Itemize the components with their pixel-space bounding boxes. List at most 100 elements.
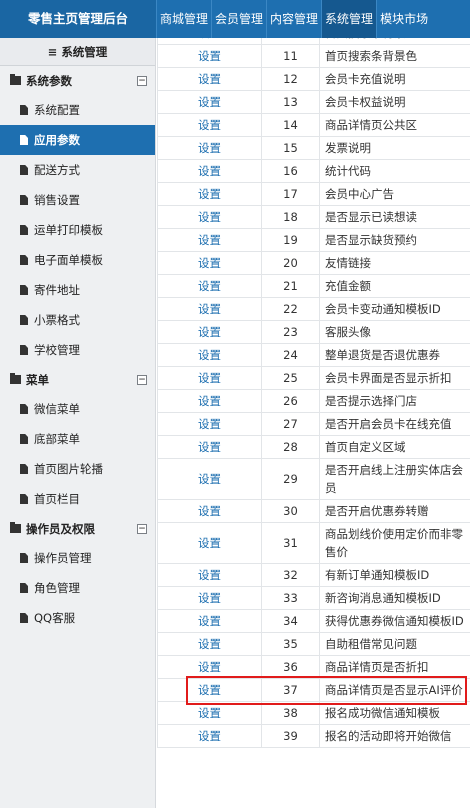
set-link[interactable]: 设置 [198,210,221,224]
collapse-toggle-icon[interactable]: − [137,523,147,534]
action-cell: 设置 [157,724,262,748]
set-link[interactable]: 设置 [198,568,221,582]
sidebar-item[interactable]: 首页图片轮播 [0,454,155,484]
document-icon [20,583,28,593]
nav-mall[interactable]: 商城管理 [156,0,211,38]
set-link[interactable]: 设置 [198,72,221,86]
set-link[interactable]: 设置 [198,706,221,720]
sidebar-item[interactable]: 底部菜单 [0,424,155,454]
nav-system[interactable]: 系统管理 [321,0,377,38]
param-name: 首页自定义区域 [319,435,470,459]
collapse-toggle-icon[interactable]: − [137,75,147,86]
sidebar-item[interactable]: 小票格式 [0,305,155,335]
param-name: 统计代码 [319,159,470,183]
set-link[interactable]: 设置 [198,729,221,743]
sidebar-item[interactable]: 电子面单模板 [0,245,155,275]
nav-members[interactable]: 会员管理 [211,0,266,38]
set-link[interactable]: 设置 [198,504,221,518]
sidebar-item[interactable]: QQ客服 [0,603,155,633]
document-icon [20,404,28,414]
action-cell: 设置 [157,67,262,91]
sidebar-group[interactable]: 菜单 − [0,365,155,394]
sidebar-group[interactable]: 操作员及权限 − [0,514,155,543]
nav-content[interactable]: 内容管理 [266,0,321,38]
action-cell: 设置 [157,632,262,656]
set-link[interactable]: 设置 [198,394,221,408]
set-link[interactable]: 设置 [198,348,221,362]
row-number: 20 [261,251,320,275]
table-row: 设置 23 客服头像 [157,320,470,344]
set-link[interactable]: 设置 [198,371,221,385]
set-link[interactable]: 设置 [198,233,221,247]
set-link[interactable]: 设置 [198,141,221,155]
sidebar-item-label: 销售设置 [34,193,80,207]
document-icon [20,464,28,474]
action-cell: 设置 [157,343,262,367]
table-row: 设置 37 商品详情页是否显示AI评价 [157,678,470,702]
set-link[interactable]: 设置 [198,256,221,270]
action-cell: 设置 [157,655,262,679]
settings-table-panel: 设置10首页搜索条背景色设置11首页搜索条背景色设置12会员卡充值说明设置13会… [157,38,470,808]
set-link[interactable]: 设置 [198,440,221,454]
sidebar-item[interactable]: 系统配置 [0,95,155,125]
param-name: 商品详情页公共区 [319,113,470,137]
sidebar-item-label: 操作员管理 [34,551,92,565]
document-icon [20,135,28,145]
collapse-toggle-icon[interactable]: − [137,374,147,385]
sidebar-item[interactable]: 操作员管理 [0,543,155,573]
param-name: 整单退货是否退优惠券 [319,343,470,367]
sidebar: ≡ 系统管理 系统参数 − 系统配置 应用参数 配送方式 销售设置 运单打印模板 电子面单模板… [0,38,156,808]
sidebar-item[interactable]: 首页栏目 [0,484,155,514]
set-link[interactable]: 设置 [198,472,221,486]
table-row: 设置 34 获得优惠券微信通知模板ID [157,609,470,633]
action-cell: 设置 [157,522,262,564]
table-row: 设置 11 首页搜索条背景色 [157,44,470,68]
sidebar-item-label: 寄件地址 [34,283,80,297]
sidebar-item[interactable]: 运单打印模板 [0,215,155,245]
set-link[interactable]: 设置 [198,637,221,651]
table-row: 设置 21 充值金额 [157,274,470,298]
set-link[interactable]: 设置 [198,95,221,109]
sidebar-item-label: 小票格式 [34,313,80,327]
row-number: 14 [261,113,320,137]
set-link[interactable]: 设置 [198,325,221,339]
set-link[interactable]: 设置 [198,683,221,697]
sidebar-group[interactable]: 系统参数 − [0,66,155,95]
param-name: 获得优惠券微信通知模板ID [319,609,470,633]
set-link[interactable]: 设置 [198,660,221,674]
action-cell: 设置 [157,389,262,413]
sidebar-item[interactable]: 寄件地址 [0,275,155,305]
set-link[interactable]: 设置 [198,164,221,178]
sidebar-item[interactable]: 学校管理 [0,335,155,365]
set-link[interactable]: 设置 [198,417,221,431]
sidebar-item[interactable]: 销售设置 [0,185,155,215]
set-link[interactable]: 设置 [198,279,221,293]
sidebar-item-label: 电子面单模板 [34,253,103,267]
action-cell: 设置 [157,320,262,344]
set-link[interactable]: 设置 [198,118,221,132]
action-cell: 设置 [157,297,262,321]
sidebar-item[interactable]: 角色管理 [0,573,155,603]
set-link[interactable]: 设置 [198,614,221,628]
app-title: 零售主页管理后台 [0,0,156,38]
sidebar-item[interactable]: 应用参数 [0,125,155,155]
set-link[interactable]: 设置 [198,302,221,316]
set-link[interactable]: 设置 [198,49,221,63]
row-number: 24 [261,343,320,367]
table-row: 设置 33 新咨询消息通知模板ID [157,586,470,610]
param-name: 会员卡界面是否显示折扣 [319,366,470,390]
set-link[interactable]: 设置 [198,591,221,605]
set-link[interactable]: 设置 [198,536,221,550]
set-link[interactable]: 设置 [198,38,221,40]
nav-modules[interactable]: 模块市场 [376,0,431,38]
action-cell: 设置 [157,113,262,137]
document-icon [20,165,28,175]
set-link[interactable]: 设置 [198,187,221,201]
document-icon [20,225,28,235]
sidebar-item-label: 首页图片轮播 [34,462,103,476]
action-cell: 设置 [157,136,262,160]
row-number: 15 [261,136,320,160]
sidebar-item[interactable]: 微信菜单 [0,394,155,424]
table-row: 设置 15 发票说明 [157,136,470,160]
sidebar-item[interactable]: 配送方式 [0,155,155,185]
